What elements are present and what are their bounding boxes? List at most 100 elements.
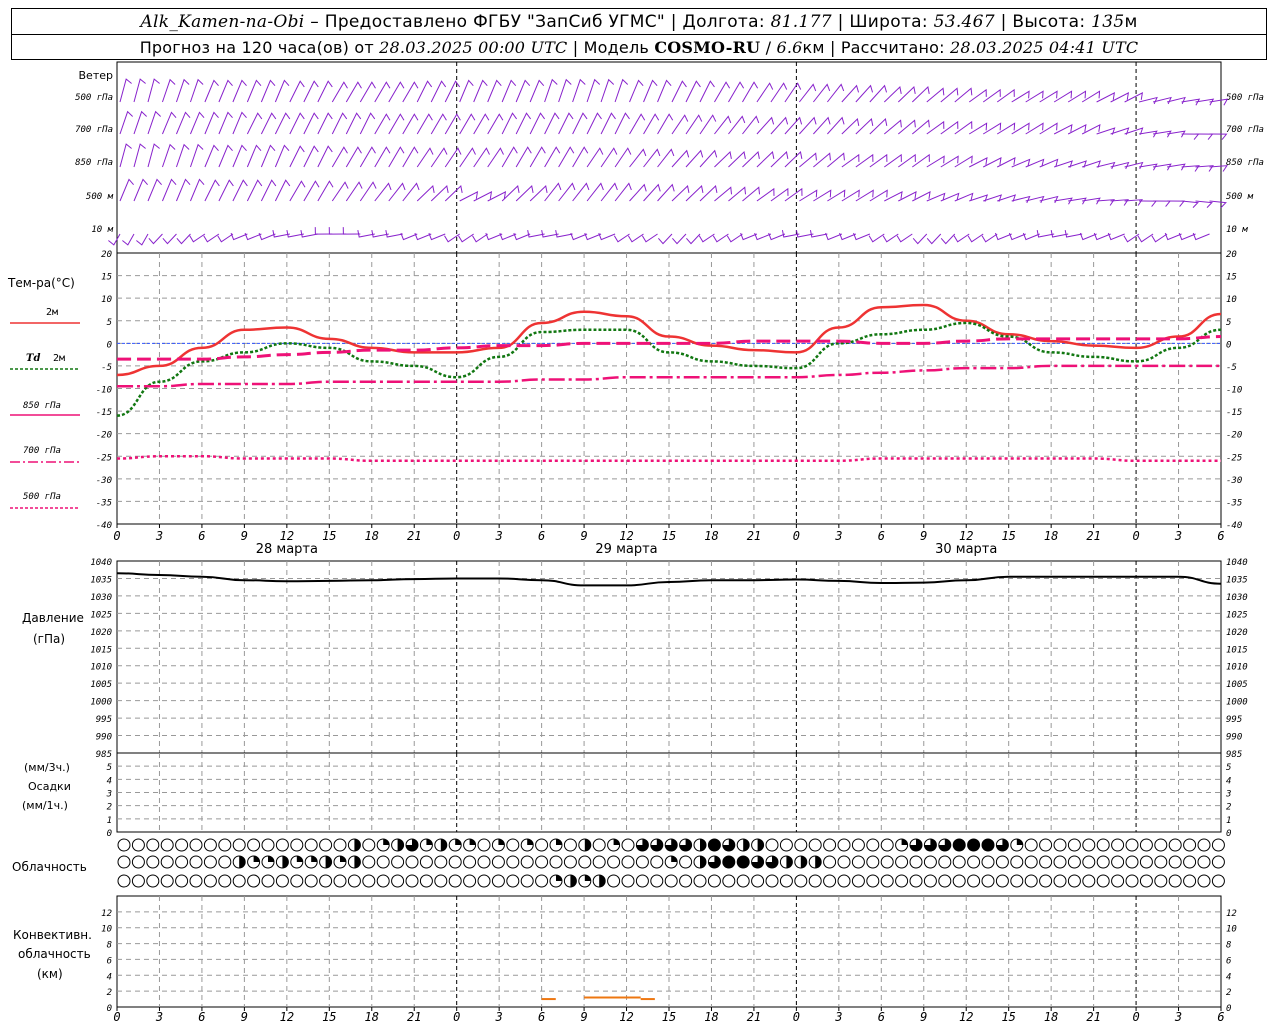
wind-barb xyxy=(853,232,871,241)
wind-barb xyxy=(742,81,759,103)
cloud-cover-circle xyxy=(419,855,433,869)
wind-barb xyxy=(827,116,845,135)
legend-td-symbol: Td xyxy=(26,353,40,364)
x-tick-label: 12 xyxy=(959,529,973,543)
wind-barb xyxy=(133,143,146,168)
x-tick-label: 21 xyxy=(1086,1010,1100,1024)
wind-barb xyxy=(416,80,433,103)
cloud-cover-circle xyxy=(117,838,131,852)
x-tick-label: 12 xyxy=(619,529,633,543)
wind-barb xyxy=(614,182,632,202)
wind-barb xyxy=(643,148,661,168)
cloud-cover-circle xyxy=(751,874,765,888)
wind-barb xyxy=(289,180,306,202)
wind-barb xyxy=(444,233,460,243)
cloud-cover-circle xyxy=(707,874,721,888)
cloud-cover-circle xyxy=(160,874,174,888)
conv-y-tick-label: 0 xyxy=(1226,1004,1231,1014)
cloud-cover-circle xyxy=(535,838,549,852)
cloud-cover-circle xyxy=(1039,874,1053,888)
cloud-cover-circle xyxy=(131,838,145,852)
wind-barb xyxy=(388,146,405,168)
cloud-cover-circle xyxy=(189,855,203,869)
wind-barb xyxy=(359,146,376,168)
wind-barb xyxy=(981,233,998,243)
wind-barb xyxy=(374,146,391,168)
temp-y-tick-label: -40 xyxy=(96,521,112,531)
cloud-cover-circle xyxy=(477,838,491,852)
cloud-cover-circle xyxy=(650,855,664,869)
x-tick-label: 9 xyxy=(580,1010,587,1024)
precip-y-tick-label: 5 xyxy=(107,763,112,773)
cloud-cover-circle xyxy=(1197,874,1211,888)
wind-barb xyxy=(558,78,572,103)
pressure-y-tick-label: 1010 xyxy=(90,663,112,673)
wind-barb xyxy=(896,233,913,243)
cloud-cover-circle xyxy=(650,874,664,888)
x-tick-label: 9 xyxy=(920,529,927,543)
conv-y-tick-label: 2 xyxy=(1226,988,1231,998)
wind-barb xyxy=(600,182,618,202)
wind-barb xyxy=(685,149,704,168)
cloud-cover-fill xyxy=(340,856,346,862)
wind-barb xyxy=(643,79,658,103)
wind-barb xyxy=(176,178,191,202)
wind-barb xyxy=(1139,200,1158,207)
cloud-cover-circle xyxy=(247,874,261,888)
cloud-cover-circle xyxy=(275,838,289,852)
cloud-cover-fill xyxy=(239,856,246,868)
wind-barb xyxy=(472,233,488,243)
pressure-y-tick-label: 1040 xyxy=(1226,558,1248,568)
cloud-cover-circle xyxy=(1183,874,1197,888)
precip-panel-label: Осадки xyxy=(28,780,71,793)
x-tick-label: 21 xyxy=(747,1010,761,1024)
cloud-cover-circle xyxy=(837,855,851,869)
cloud-cover-circle xyxy=(1067,874,1081,888)
x-tick-label: 15 xyxy=(1001,529,1015,543)
wind-barb xyxy=(119,143,132,168)
wind-barb xyxy=(613,233,630,243)
wind-barb xyxy=(258,232,276,241)
wind-barb xyxy=(147,178,162,202)
wind-barb xyxy=(672,233,687,245)
cloud-cover-circle xyxy=(448,874,462,888)
precip-y-tick-label: 0 xyxy=(107,829,112,839)
cloud-cover-circle xyxy=(1211,855,1225,869)
meteogram-chart: Ветер 500 гПа 500 гПа 700 гПа 700 гПа 850 гПа… xyxy=(7,61,1264,1024)
wind-barb xyxy=(671,185,690,202)
cloud-cover-circle xyxy=(333,874,347,888)
wind-barb xyxy=(501,79,517,103)
cloud-cover-circle xyxy=(333,838,347,852)
cloud-cover-circle xyxy=(247,838,261,852)
wind-barb xyxy=(756,82,774,103)
cloud-cover-fill xyxy=(757,839,764,851)
wind-barb xyxy=(643,113,660,135)
wind-barb xyxy=(586,147,604,168)
wind-barb xyxy=(555,230,573,238)
wind-barb xyxy=(444,113,461,135)
cloud-cover-fill xyxy=(469,839,476,845)
cloud-cover-fill xyxy=(426,839,433,845)
x-tick-label: 15 xyxy=(322,529,336,543)
cloud-cover-circle xyxy=(290,838,304,852)
x-tick-label: 9 xyxy=(241,1010,248,1024)
x-tick-label: 0 xyxy=(453,529,460,543)
wind-barb xyxy=(136,233,149,246)
cloud-cover-circle xyxy=(1197,838,1211,852)
wind-barb xyxy=(459,79,474,103)
cloud-cover-fill xyxy=(671,856,678,862)
cloud-cover-circle xyxy=(1125,855,1139,869)
wind-barb xyxy=(671,80,687,103)
cloud-cover-circle xyxy=(491,874,505,888)
x-tick-label: 15 xyxy=(1001,1010,1015,1024)
wind-barb xyxy=(529,112,546,135)
wind-barb xyxy=(614,78,629,103)
wind-barb xyxy=(147,110,162,135)
cloud-cover-circle xyxy=(1053,838,1067,852)
wind-barb xyxy=(813,116,831,135)
wind-barb xyxy=(218,179,234,202)
temp-y-tick-label: 0 xyxy=(1226,340,1231,350)
legend-t2m-label: 2м xyxy=(46,307,58,318)
cloud-cover-circle xyxy=(909,855,923,869)
temp-y-tick-label: 10 xyxy=(101,295,112,305)
